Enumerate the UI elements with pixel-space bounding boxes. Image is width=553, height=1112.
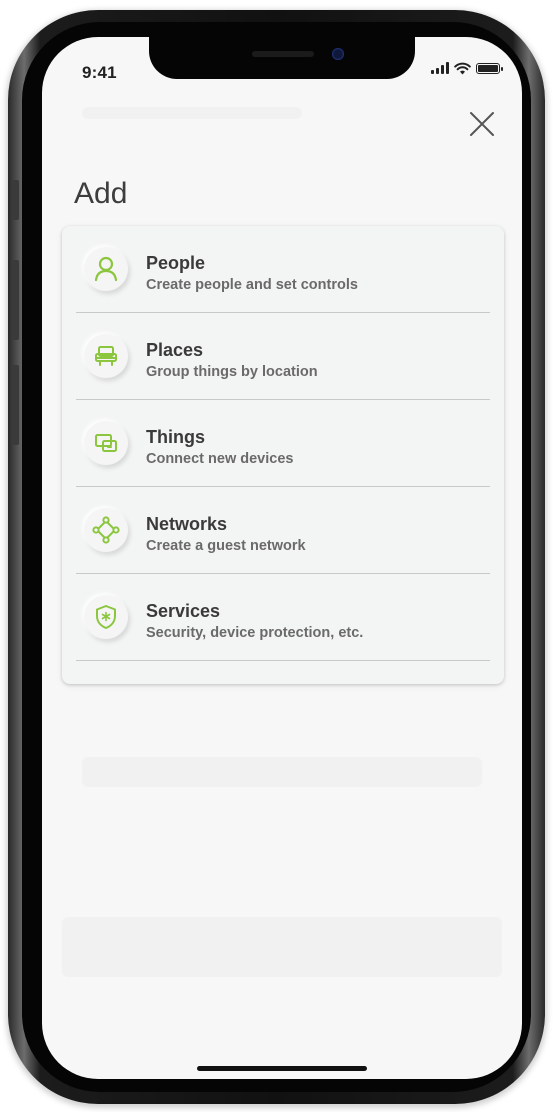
- menu-item-label: Services: [146, 601, 221, 621]
- person-icon: [94, 256, 118, 282]
- background-button-placeholder: [62, 917, 502, 977]
- menu-item-description: Create people and set controls: [146, 277, 358, 293]
- devices-icon-circle: [84, 421, 128, 465]
- menu-item-things[interactable]: Things Connect new devices: [76, 400, 490, 487]
- status-time: 9:41: [82, 63, 117, 82]
- battery-fill: [478, 64, 498, 72]
- speaker: [252, 51, 314, 57]
- wifi-icon: [454, 62, 471, 74]
- menu-item-label: Places: [146, 340, 204, 360]
- add-menu-card: People Create people and set controls Pl…: [62, 226, 504, 684]
- armchair-icon-circle: [84, 334, 128, 378]
- menu-item-description: Connect new devices: [146, 451, 294, 467]
- background-row-placeholder: [82, 757, 482, 787]
- devices-icon: [95, 434, 117, 452]
- divider: [76, 660, 490, 661]
- screen: 9:41 Add People Create people and set co…: [42, 37, 522, 1079]
- person-icon-circle: [84, 247, 128, 291]
- shield-icon: [96, 605, 116, 629]
- mute-switch: [11, 180, 19, 220]
- menu-item-description: Security, device protection, etc.: [146, 625, 364, 641]
- cellular-signal-icon: [431, 62, 449, 74]
- menu-item-services[interactable]: Services Security, device protection, et…: [76, 574, 490, 661]
- menu-item-description: Group things by location: [146, 364, 318, 380]
- close-icon[interactable]: [468, 110, 496, 138]
- front-camera: [332, 48, 344, 60]
- menu-item-label: Things: [146, 427, 205, 447]
- volume-down-button: [11, 365, 19, 445]
- home-indicator[interactable]: [197, 1066, 367, 1071]
- battery-icon: [476, 62, 503, 74]
- notch: [149, 37, 415, 79]
- menu-item-label: People: [146, 253, 206, 273]
- status-icons: [431, 59, 503, 77]
- menu-item-description: Create a guest network: [146, 538, 306, 554]
- menu-item-places[interactable]: Places Group things by location: [76, 313, 490, 400]
- menu-item-networks[interactable]: Networks Create a guest network: [76, 487, 490, 574]
- armchair-icon: [95, 346, 117, 366]
- menu-item-label: Networks: [146, 514, 228, 534]
- volume-up-button: [11, 260, 19, 340]
- network-icon-circle: [84, 508, 128, 552]
- menu-item-people[interactable]: People Create people and set controls: [76, 226, 490, 313]
- shield-icon-circle: [84, 595, 128, 639]
- page-title: Add: [74, 177, 128, 210]
- network-icon: [92, 516, 120, 544]
- background-header-placeholder: [82, 107, 302, 119]
